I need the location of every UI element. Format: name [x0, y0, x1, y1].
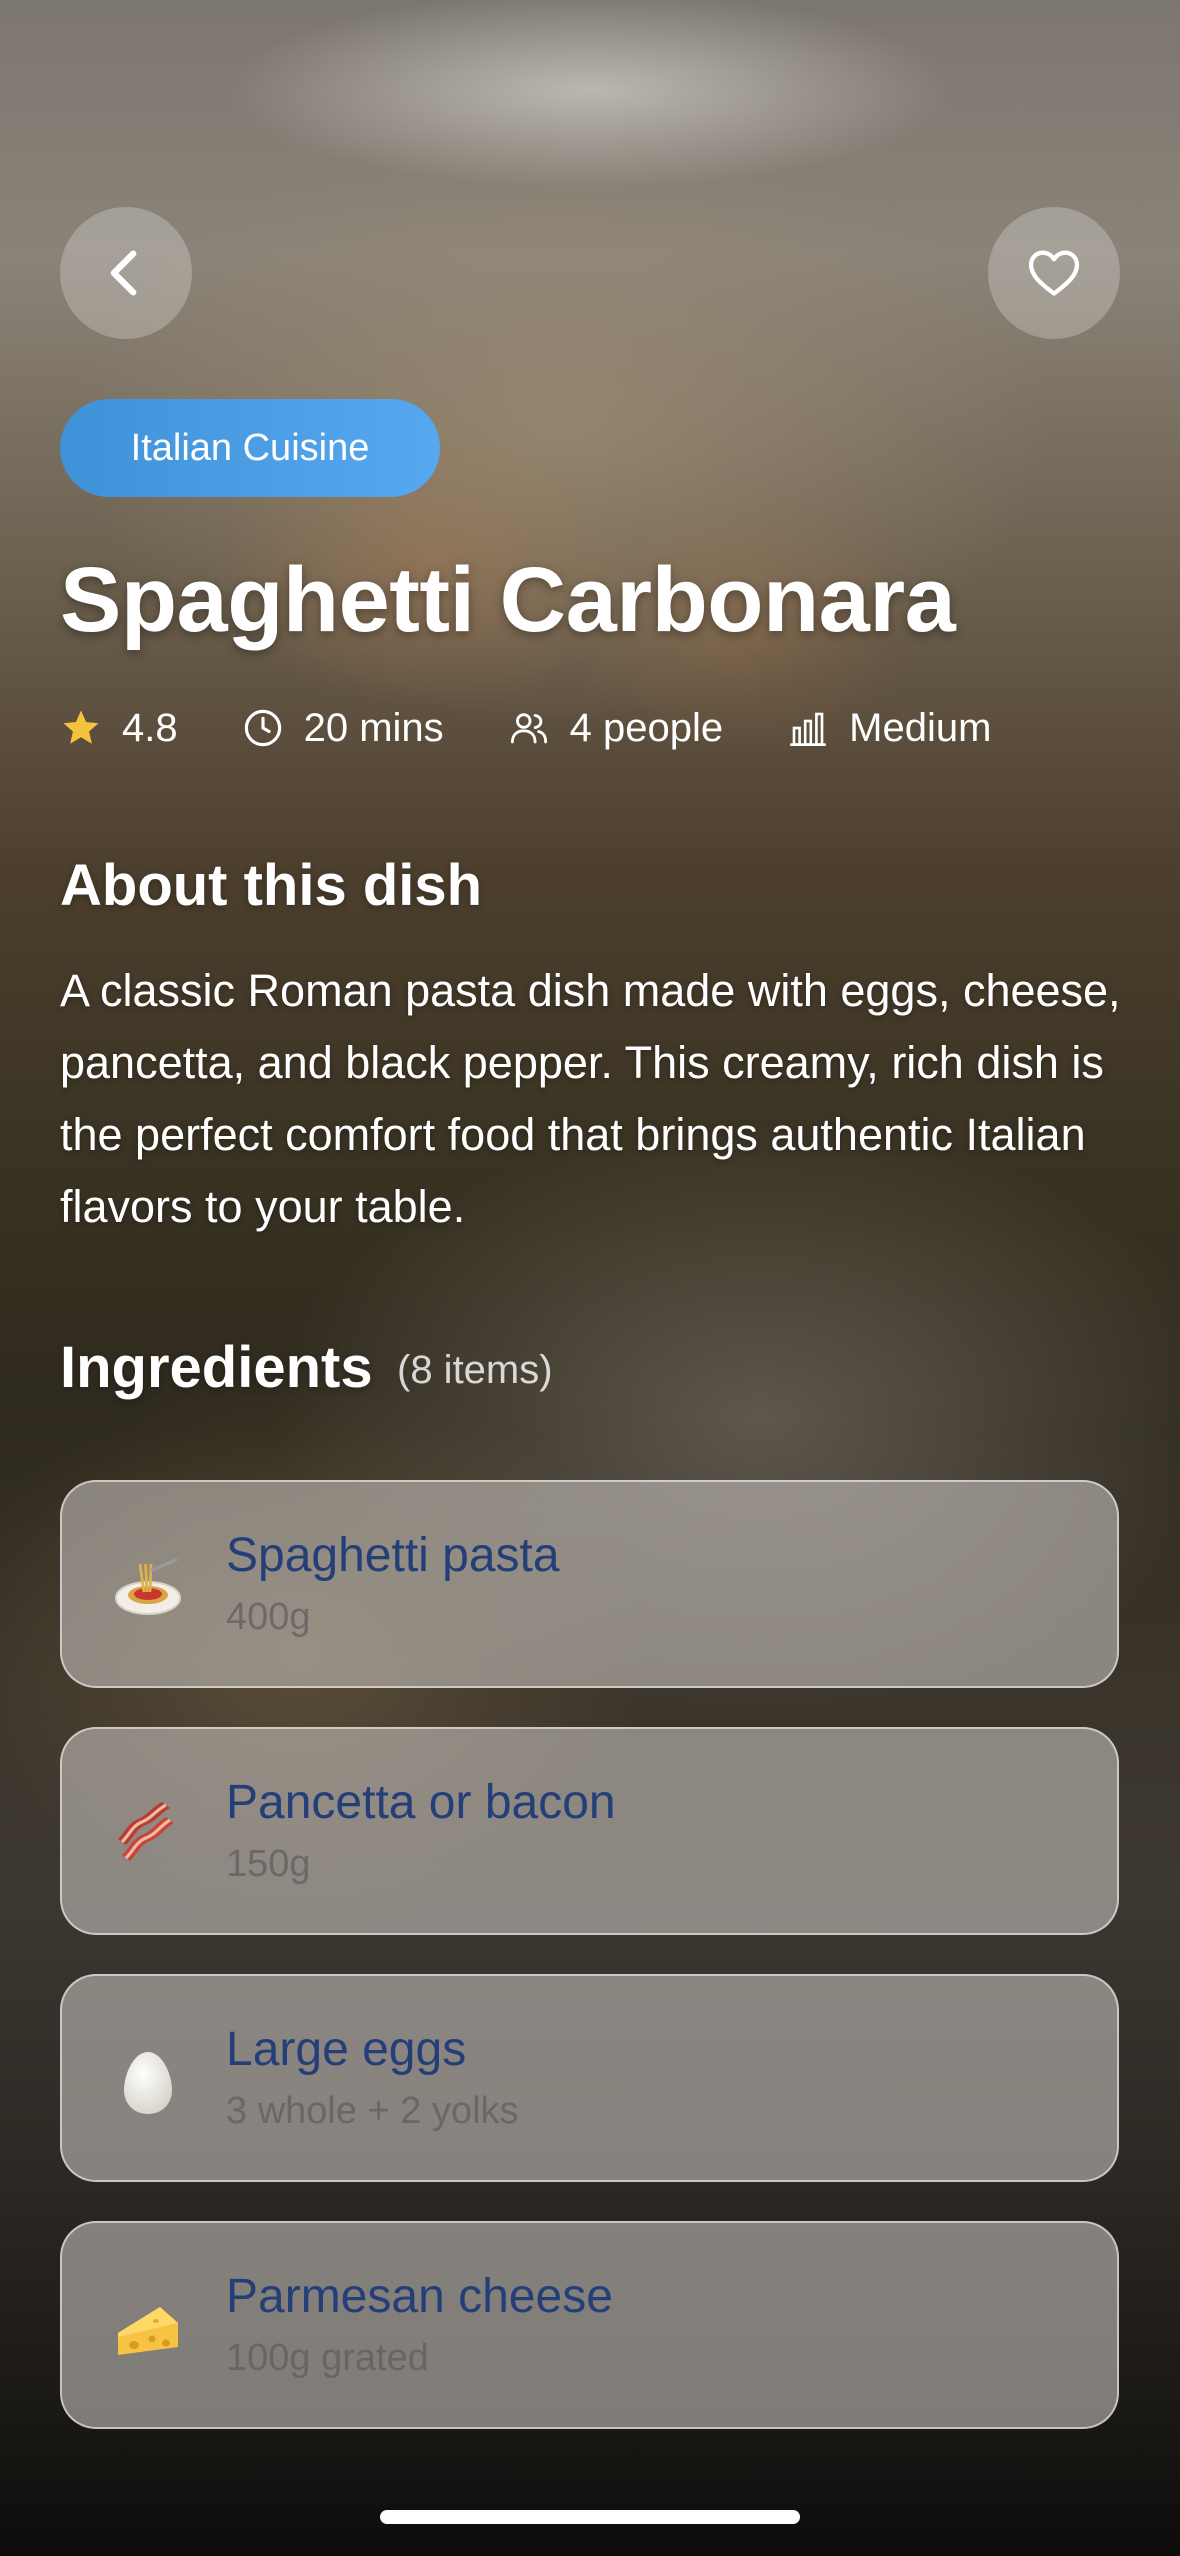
ingredient-quantity: 150g — [226, 1843, 311, 1885]
difficulty-value: Medium — [849, 705, 992, 750]
home-indicator[interactable] — [380, 2510, 800, 2524]
about-description: A classic Roman pasta dish made with egg… — [60, 965, 1121, 1232]
favorite-button[interactable] — [988, 207, 1120, 339]
ingredient-card[interactable]: Large eggs 3 whole + 2 yolks — [60, 1974, 1119, 2182]
cook-time: 20 mins — [242, 706, 444, 751]
servings: 4 people — [508, 706, 723, 751]
ingredient-name: Large eggs — [226, 2023, 467, 2076]
clock-icon — [244, 709, 281, 747]
recipe-meta: 4.8 20 mins 4 people Medium — [60, 697, 991, 759]
egg-icon — [112, 2046, 184, 2118]
cuisine-badge[interactable]: Italian Cuisine — [60, 399, 440, 497]
ingredient-card[interactable]: Parmesan cheese 100g grated — [60, 2221, 1119, 2429]
recipe-title: Spaghetti Carbonara — [60, 549, 956, 651]
ingredient-quantity: 100g grated — [226, 2337, 429, 2379]
ingredient-name: Pancetta or bacon — [226, 1776, 616, 1829]
ingredient-quantity: 400g — [226, 1596, 311, 1638]
back-button[interactable] — [60, 207, 192, 339]
ingredient-card[interactable]: Pancetta or bacon 150g — [60, 1727, 1119, 1935]
difficulty: Medium — [787, 706, 991, 751]
about-heading: About this dish — [60, 853, 483, 918]
cheese-icon — [112, 2293, 184, 2365]
ingredients-heading: Ingredients — [60, 1335, 373, 1400]
rating-value: 4.8 — [122, 705, 178, 750]
chevron-left-icon — [110, 250, 137, 296]
ingredients-count: (8 items) — [397, 1348, 553, 1392]
ingredient-name: Parmesan cheese — [226, 2270, 613, 2323]
rating: 4.8 — [60, 706, 178, 751]
cuisine-badge-label: Italian Cuisine — [130, 426, 370, 469]
cook-time-value: 20 mins — [303, 705, 444, 750]
ingredient-quantity: 3 whole + 2 yolks — [226, 2090, 519, 2132]
spaghetti-icon — [112, 1552, 184, 1624]
ingredient-card[interactable]: Spaghetti pasta 400g — [60, 1480, 1119, 1688]
bar-chart-icon — [790, 712, 827, 747]
servings-value: 4 people — [569, 705, 724, 750]
bacon-icon — [112, 1799, 184, 1871]
ingredient-name: Spaghetti pasta — [226, 1529, 560, 1582]
star-icon — [63, 710, 99, 744]
heart-icon — [1028, 250, 1080, 296]
people-icon — [510, 713, 547, 744]
